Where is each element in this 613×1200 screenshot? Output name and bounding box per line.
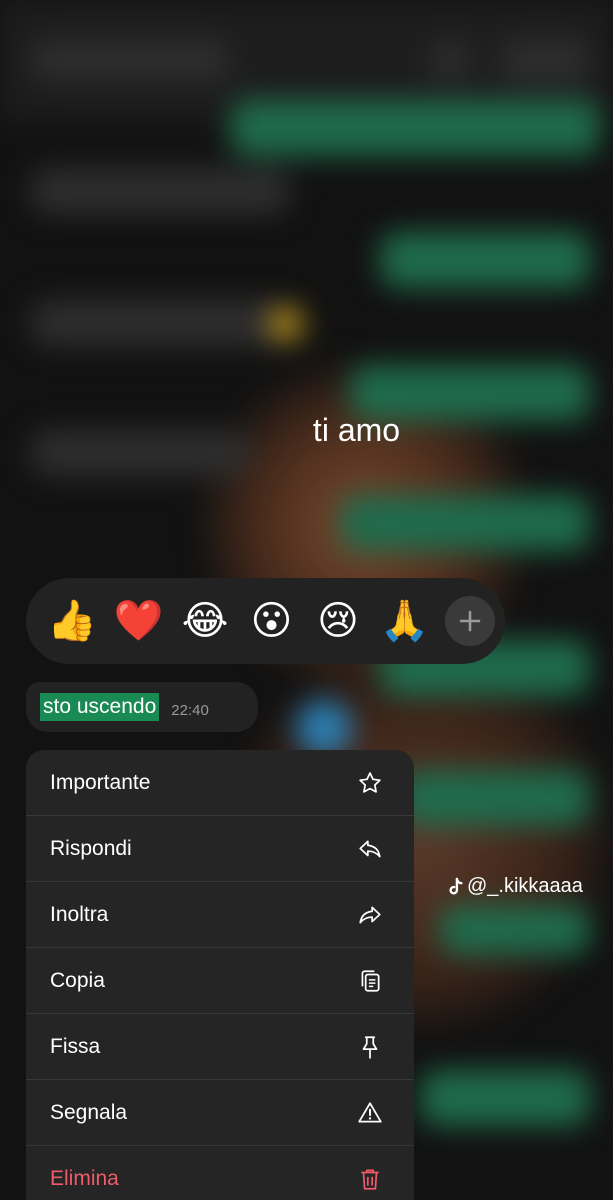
plus-icon [459, 610, 481, 632]
menu-item-label: Importante [50, 770, 151, 794]
copy-icon [356, 967, 384, 995]
menu-item-important[interactable]: Importante [26, 750, 414, 816]
crying-reaction[interactable]: 😢 [310, 593, 366, 649]
menu-item-label: Fissa [50, 1034, 101, 1058]
thumbs-up-reaction[interactable]: 👍 [44, 593, 100, 649]
warning-icon [356, 1099, 384, 1127]
menu-item-label: Inoltra [50, 902, 109, 926]
reply-icon [356, 835, 384, 863]
message-timestamp: 22:40 [171, 701, 209, 719]
more-reactions-button[interactable] [445, 596, 495, 646]
forward-icon [356, 901, 384, 929]
caption-text: ti amo [312, 412, 401, 448]
menu-item-forward[interactable]: Inoltra [26, 882, 414, 948]
menu-item-label: Copia [50, 968, 105, 992]
menu-item-reply[interactable]: Rispondi [26, 816, 414, 882]
pin-icon [356, 1033, 384, 1061]
reaction-bar: 👍 ❤️ 😂 😮 😢 🙏 [26, 578, 505, 664]
surprised-reaction[interactable]: 😮 [244, 593, 300, 649]
heart-reaction[interactable]: ❤️ [111, 593, 167, 649]
tiktok-watermark: @_.kikkaaaa [447, 875, 583, 898]
menu-item-label: Segnala [50, 1100, 128, 1124]
trash-icon [356, 1165, 384, 1193]
menu-item-label: Elimina [50, 1166, 119, 1190]
message-bubble[interactable]: sto uscendo 22:40 [26, 682, 258, 732]
menu-item-report[interactable]: Segnala [26, 1080, 414, 1146]
message-text: sto uscendo [40, 693, 160, 721]
message-context-menu: Importante Rispondi Inoltra Copia Fissa … [26, 750, 414, 1200]
menu-item-pin[interactable]: Fissa [26, 1014, 414, 1080]
menu-item-delete[interactable]: Elimina [26, 1146, 414, 1200]
laughing-reaction[interactable]: 😂 [177, 593, 233, 649]
tiktok-icon [449, 877, 463, 894]
praying-hands-reaction[interactable]: 🙏 [377, 593, 433, 649]
star-icon [356, 769, 384, 797]
menu-item-label: Rispondi [50, 836, 132, 860]
watermark-handle: @_.kikkaaaa [467, 875, 583, 897]
menu-item-copy[interactable]: Copia [26, 948, 414, 1014]
